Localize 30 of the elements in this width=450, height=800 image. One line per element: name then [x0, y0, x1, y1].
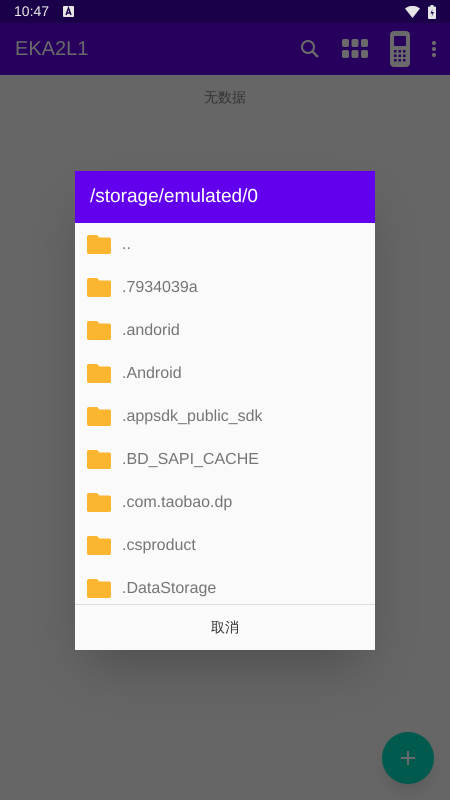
folder-icon — [87, 278, 111, 297]
dialog-title: /storage/emulated/0 — [90, 184, 258, 209]
folder-item[interactable]: .. — [75, 223, 375, 266]
folder-item[interactable]: .BD_SAPI_CACHE — [75, 438, 375, 481]
folder-icon — [87, 321, 111, 340]
folder-icon — [87, 450, 111, 469]
folder-item[interactable]: .7934039a — [75, 266, 375, 309]
app-title: EKA2L1 — [15, 37, 90, 62]
more-icon[interactable] — [432, 41, 436, 57]
folder-item[interactable]: .appsdk_public_sdk — [75, 395, 375, 438]
folder-item[interactable]: .csproduct — [75, 524, 375, 567]
wifi-icon — [405, 6, 420, 18]
folder-item[interactable]: .Android — [75, 352, 375, 395]
plus-icon — [401, 751, 415, 765]
phone-icon[interactable] — [390, 31, 410, 67]
folder-icon — [87, 493, 111, 512]
battery-icon — [428, 4, 436, 18]
notification-icon — [63, 6, 74, 17]
status-time: 10:47 — [14, 2, 50, 21]
cancel-button[interactable]: 取消 — [75, 605, 375, 650]
folder-icon — [87, 536, 111, 555]
grid-icon[interactable] — [342, 39, 368, 59]
folder-item[interactable]: .com.taobao.dp — [75, 481, 375, 524]
folder-icon — [87, 579, 111, 598]
folder-icon — [87, 407, 111, 426]
folder-icon — [87, 235, 111, 254]
search-icon[interactable] — [300, 39, 320, 59]
folder-item[interactable]: .andorid — [75, 309, 375, 352]
folder-item[interactable]: .DataStorage — [75, 567, 375, 604]
folder-icon — [87, 364, 111, 383]
